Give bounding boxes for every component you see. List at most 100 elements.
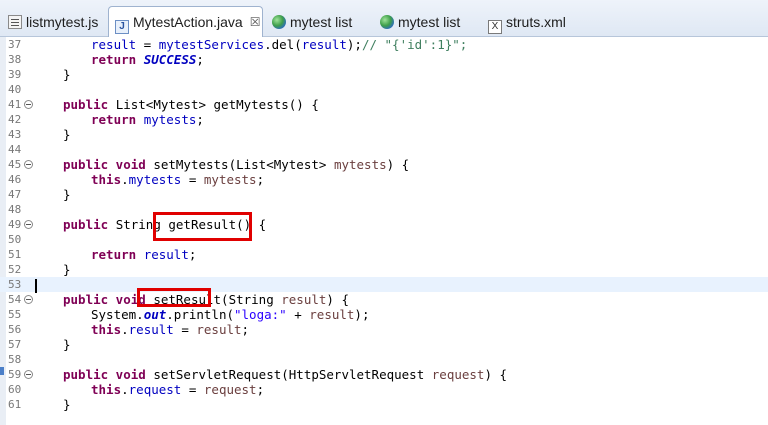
line-number: 56 (8, 323, 22, 336)
code-line: 44 (0, 142, 768, 157)
code-line: 39} (0, 67, 768, 82)
param: mytests (203, 172, 257, 187)
line-number: 60 (8, 383, 22, 396)
text-caret (35, 279, 37, 293)
line-number: 48 (8, 203, 22, 216)
code-line: 55 System.out.println("loga:" + result); (0, 307, 768, 322)
editor-tab-bar: listmytest.js J MytestAction.java ☒ mytest… (0, 0, 768, 37)
token: System. (91, 307, 144, 322)
fold-toggle-icon[interactable] (24, 295, 33, 304)
line-number: 46 (8, 173, 22, 186)
tab-mytestaction-java[interactable]: J MytestAction.java ☒ (108, 6, 263, 37)
fold-toggle-icon[interactable] (24, 220, 33, 229)
token: = (181, 382, 204, 397)
token: } (63, 397, 71, 412)
line-number: 57 (8, 338, 22, 351)
code-line: 46 this.mytests = mytests; (0, 172, 768, 187)
tab-mytest-list-1[interactable]: mytest list (266, 8, 352, 36)
token: ) { (326, 292, 349, 307)
token: ; (256, 172, 265, 187)
token: setServletRequest(HttpServletRequest (153, 367, 432, 382)
token: SUCCESS (143, 52, 197, 67)
param: request (431, 367, 485, 382)
keyword: this (91, 322, 122, 337)
tab-label: listmytest.js (26, 14, 99, 30)
line-number: 40 (8, 83, 22, 96)
code-line: 47} (0, 187, 768, 202)
code-line: 51 return result; (0, 247, 768, 262)
line-number: 37 (8, 38, 22, 51)
fold-toggle-icon[interactable] (24, 160, 33, 169)
line-number: 55 (8, 308, 22, 321)
string: "loga:" (234, 307, 287, 322)
tab-label: mytest list (290, 14, 353, 30)
tab-mytest-list-2[interactable]: mytest list (374, 8, 460, 36)
code-line: 58 (0, 352, 768, 367)
token: ); (346, 37, 362, 52)
code-line: 49 public String getResult() { (0, 217, 768, 232)
token: } (63, 67, 71, 82)
current-code-line: 53 (0, 277, 768, 292)
param: result (196, 322, 242, 337)
token: = (181, 172, 204, 187)
code-line: 42 return mytests; (0, 112, 768, 127)
js-file-icon (8, 15, 22, 29)
fold-toggle-icon[interactable] (24, 370, 33, 379)
line-number: 42 (8, 113, 22, 126)
line-number: 52 (8, 263, 22, 276)
token: . (121, 172, 129, 187)
close-tab-icon[interactable]: ☒ (250, 15, 261, 29)
token: + (286, 307, 310, 322)
code-line: 41 public List<Mytest> getMytests() { (0, 97, 768, 112)
keyword: this (91, 382, 122, 397)
token: = (173, 322, 197, 337)
code-line: 43} (0, 127, 768, 142)
line-number: 51 (8, 248, 22, 261)
tab-struts-xml[interactable]: Xstruts.xml (482, 8, 566, 36)
line-number: 53 (8, 278, 22, 291)
code-line: 61} (0, 397, 768, 412)
keyword: return (91, 247, 144, 262)
highlight-box-getresult (153, 212, 252, 241)
globe-icon (272, 15, 286, 29)
token: setMytests(List<Mytest> (153, 157, 334, 172)
token: result (128, 322, 174, 337)
token: mytests (143, 112, 197, 127)
keyword: return (91, 112, 144, 127)
token: ); (354, 307, 370, 322)
line-number: 47 (8, 188, 22, 201)
fold-toggle-icon[interactable] (24, 100, 33, 109)
token: . (121, 382, 129, 397)
code-line: 48 (0, 202, 768, 217)
param: result (281, 292, 327, 307)
keyword: return (91, 52, 144, 67)
line-number: 38 (8, 53, 22, 66)
token: ; (256, 382, 265, 397)
keyword: this (91, 172, 122, 187)
token: ) { (386, 157, 410, 172)
tab-listmytest-js[interactable]: listmytest.js (2, 8, 98, 36)
token: out (143, 307, 167, 322)
keyword: public (63, 97, 116, 112)
xml-file-icon: X (488, 20, 502, 34)
param: result (309, 307, 355, 322)
keyword: public void (63, 157, 154, 172)
override-marker-icon (0, 367, 4, 375)
token: result (301, 37, 347, 52)
token: mytests (128, 172, 182, 187)
globe-icon (380, 15, 394, 29)
code-line: 37 result = mytestServices.del(result);//… (0, 37, 768, 52)
line-number: 43 (8, 128, 22, 141)
code-line: 56 this.result = result; (0, 322, 768, 337)
token: .del( (264, 37, 302, 52)
tab-label: struts.xml (506, 14, 566, 30)
code-line: 57} (0, 337, 768, 352)
code-editor[interactable]: 37 result = mytestServices.del(result);//… (0, 37, 768, 412)
tab-label: mytest list (398, 14, 461, 30)
token: result (91, 37, 137, 52)
code-line: 59 public void setServletRequest(HttpServ… (0, 367, 768, 382)
line-number: 61 (8, 398, 22, 411)
keyword: public void (63, 367, 154, 382)
code-line: 40 (0, 82, 768, 97)
code-line: 54 public void setResult(String result) { (0, 292, 768, 307)
